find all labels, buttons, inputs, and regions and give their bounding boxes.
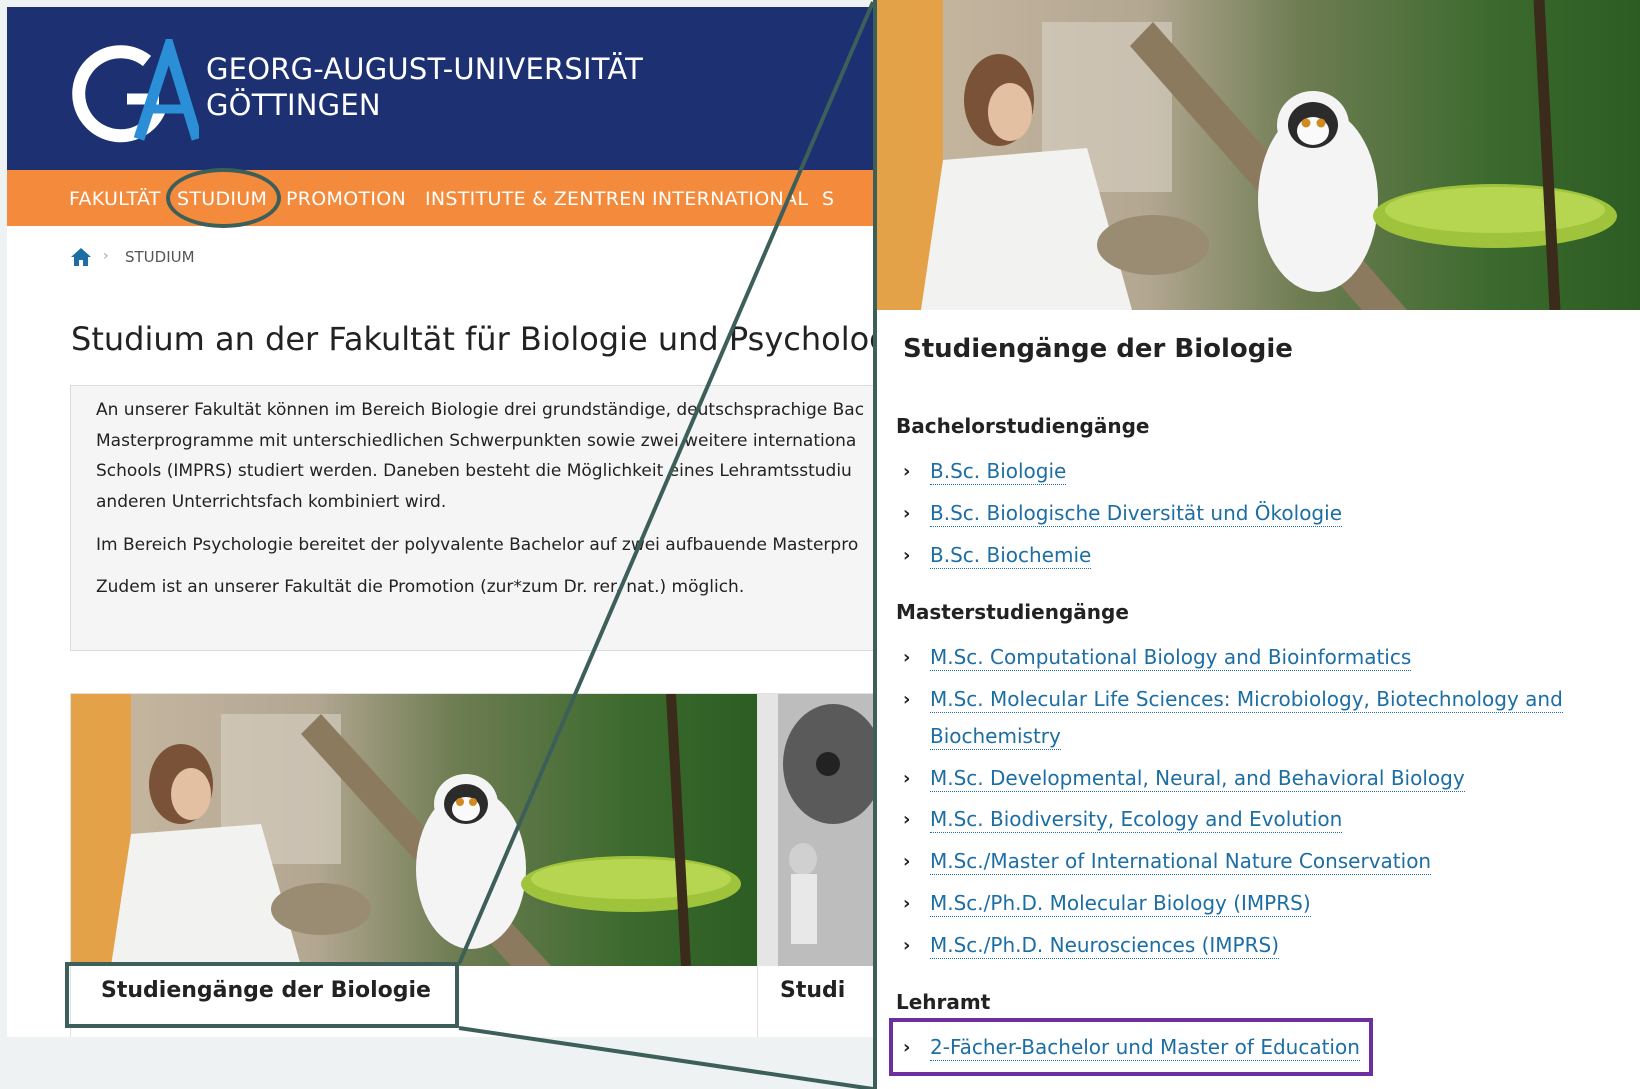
chevron-right-icon: › <box>903 461 911 482</box>
university-logo[interactable] <box>69 39 199 144</box>
intro-line: anderen Unterrichtsfach kombiniert wird. <box>96 492 447 512</box>
psychology-photo <box>758 694 873 966</box>
breadcrumb-separator-icon: › <box>103 248 109 264</box>
chevron-right-icon: › <box>903 893 911 914</box>
chevron-right-icon: › <box>903 503 911 524</box>
chevron-right-icon: › <box>903 647 911 668</box>
chevron-right-icon: › <box>903 935 911 956</box>
highlight-rectangle-purple <box>889 1018 1373 1076</box>
lab-lemur-photo <box>71 694 764 966</box>
home-icon[interactable] <box>70 247 92 267</box>
link-bsc-biologie[interactable]: B.Sc. Biologie <box>930 458 1067 485</box>
highlight-ellipse <box>166 168 281 228</box>
highlight-rectangle <box>65 962 459 1028</box>
card-psychologie-title[interactable]: Studi <box>780 978 845 1003</box>
zoom-section-title: Studiengänge der Biologie <box>903 334 1293 364</box>
nav-item-international[interactable]: INTERNATIONAL <box>652 188 808 210</box>
university-name-line1: GEORG-AUGUST-UNIVERSITÄT <box>206 52 644 86</box>
link-msc-molecular-life-sciences[interactable]: M.Sc. Molecular Life Sciences: Microbiol… <box>930 686 1563 713</box>
lab-lemur-photo-zoom <box>877 0 1640 310</box>
intro-line: Im Bereich Psychologie bereitet der poly… <box>96 535 859 555</box>
intro-text-box: An unserer Fakultät können im Bereich Bi… <box>70 385 873 651</box>
link-bsc-diversitaet[interactable]: B.Sc. Biologische Diversität und Ökologi… <box>930 500 1342 527</box>
chevron-right-icon: › <box>903 809 911 830</box>
card-psychologie[interactable]: Studi <box>757 693 873 1037</box>
chevron-right-icon: › <box>903 689 911 710</box>
chevron-right-icon: › <box>903 851 911 872</box>
heading-master: Masterstudiengänge <box>896 600 1129 624</box>
nav-item-fakultaet[interactable]: FAKULTÄT <box>69 188 161 210</box>
chevron-right-icon: › <box>903 545 911 566</box>
link-msc-biodiversity[interactable]: M.Sc. Biodiversity, Ecology and Evolutio… <box>930 806 1343 833</box>
heading-bachelor: Bachelorstudiengänge <box>896 414 1150 438</box>
card-psychologie-image <box>758 694 873 966</box>
link-bsc-biochemie[interactable]: B.Sc. Biochemie <box>930 542 1092 569</box>
link-msc-molecular-life-sciences-cont[interactable]: Biochemistry <box>930 723 1061 750</box>
link-phd-molecular-biology[interactable]: M.Sc./Ph.D. Molecular Biology (IMPRS) <box>930 890 1311 917</box>
chevron-right-icon: › <box>903 768 911 789</box>
intro-line: Masterprogramme mit unterschiedlichen Sc… <box>96 431 857 451</box>
intro-line: Zudem ist an unserer Fakultät die Promot… <box>96 577 745 597</box>
link-msc-nature-conservation[interactable]: M.Sc./Master of International Nature Con… <box>930 848 1432 875</box>
nav-item-institute[interactable]: INSTITUTE & ZENTREN <box>425 188 646 210</box>
university-name: GEORG-AUGUST-UNIVERSITÄT GÖTTINGEN <box>206 51 643 123</box>
link-phd-neurosciences[interactable]: M.Sc./Ph.D. Neurosciences (IMPRS) <box>930 932 1280 959</box>
zoom-panel: Studiengänge der Biologie Bachelorstudie… <box>873 0 1640 1089</box>
zoom-image <box>877 0 1640 310</box>
card-biologie-image <box>71 694 764 966</box>
main-navigation: FAKULTÄT STUDIUM PROMOTION INSTITUTE & Z… <box>7 170 873 226</box>
university-webpage: GEORG-AUGUST-UNIVERSITÄT GÖTTINGEN FAKUL… <box>7 7 873 1037</box>
page-title: Studium an der Fakultät für Biologie und… <box>71 320 873 358</box>
heading-lehramt: Lehramt <box>896 990 991 1014</box>
university-name-line2: GÖTTINGEN <box>206 88 381 122</box>
nav-item-promotion[interactable]: PROMOTION <box>286 188 406 210</box>
site-header: GEORG-AUGUST-UNIVERSITÄT GÖTTINGEN <box>7 7 873 170</box>
intro-line: An unserer Fakultät können im Bereich Bi… <box>96 400 865 420</box>
breadcrumb-current: STUDIUM <box>125 248 195 266</box>
link-msc-computational-biology[interactable]: M.Sc. Computational Biology and Bioinfor… <box>930 644 1412 671</box>
nav-item-more[interactable]: S <box>822 188 834 210</box>
link-msc-developmental[interactable]: M.Sc. Developmental, Neural, and Behavio… <box>930 765 1465 792</box>
intro-line: Schools (IMPRS) studiert werden. Daneben… <box>96 461 852 481</box>
